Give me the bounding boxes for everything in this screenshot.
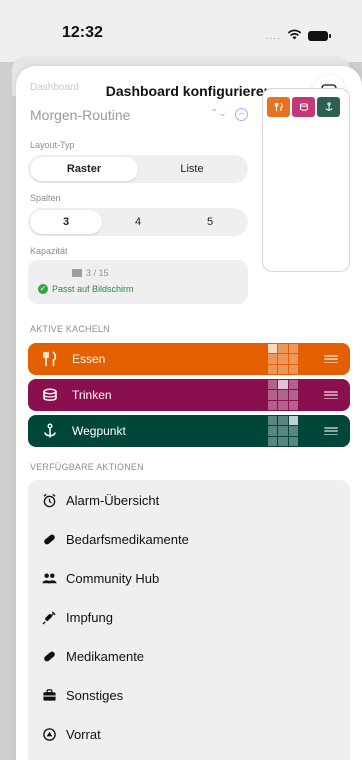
fork-knife-icon: [274, 102, 283, 111]
columns-option-5[interactable]: 5: [174, 210, 246, 234]
fork-knife-icon: [42, 351, 58, 367]
action-label: Bedarfsmedikamente: [66, 531, 189, 547]
columns-label: Spalten: [30, 193, 61, 203]
active-tile-label: Wegpunkt: [72, 424, 126, 438]
alarm-clock-icon: [40, 491, 58, 509]
capacity-fit-status: ✓ Passt auf Bildschirm: [38, 284, 134, 294]
action-supplies[interactable]: Vorrat: [28, 715, 350, 753]
preview-tiles: [267, 97, 340, 117]
active-tile-wegpunkt[interactable]: Wegpunkt: [28, 415, 350, 447]
tile-position-grid[interactable]: [268, 344, 298, 374]
drag-handle-icon[interactable]: [324, 355, 338, 363]
capacity-count: 3 / 15: [86, 268, 109, 278]
people-icon: [40, 569, 58, 587]
action-medication[interactable]: Medikamente: [28, 637, 350, 675]
capacity-indicator: 3 / 15 ✓ Passt auf Bildschirm: [28, 260, 248, 304]
action-label: Community Hub: [66, 570, 160, 586]
action-label: Impfung: [66, 609, 113, 625]
anchor-icon: [325, 102, 332, 111]
action-miscellaneous[interactable]: Sonstiges: [28, 676, 350, 714]
layout-option-grid[interactable]: Raster: [30, 157, 138, 181]
action-label: Sonstiges: [66, 687, 124, 703]
status-icons: ....: [265, 27, 331, 45]
active-tile-label: Essen: [72, 352, 106, 366]
action-label: Alarm-Übersicht: [66, 492, 160, 508]
available-actions-list: Alarm-Übersicht Bedarfsmedikamente Commu…: [28, 480, 350, 760]
cup-icon: [42, 387, 58, 403]
supply-icon: [40, 725, 58, 743]
configure-dashboard-sheet: Dashboard Dashboard konfigurieren Morgen…: [16, 66, 362, 760]
chevron-up-down-icon: ⌃⌄: [210, 108, 227, 119]
profile-picker[interactable]: Morgen-Routine ⌃⌄ −: [30, 104, 250, 126]
drag-handle-icon[interactable]: [324, 427, 338, 435]
remove-profile-button[interactable]: −: [235, 108, 248, 121]
action-label: Vorrat: [66, 726, 101, 742]
tile-position-grid[interactable]: [268, 380, 298, 410]
toolbox-icon: [40, 686, 58, 704]
capacity-fit-text: Passt auf Bildschirm: [52, 284, 134, 294]
drag-handle-icon[interactable]: [324, 391, 338, 399]
syringe-icon: [40, 608, 58, 626]
active-tile-label: Trinken: [72, 388, 112, 402]
capacity-value: 3 / 15: [72, 268, 109, 278]
action-alarm-overview[interactable]: Alarm-Übersicht: [28, 481, 350, 519]
layout-option-list[interactable]: Liste: [138, 157, 246, 181]
action-label: Medikamente: [66, 648, 145, 664]
action-vaccination[interactable]: Impfung: [28, 598, 350, 636]
available-actions-header: VERFÜGBARE AKTIONEN: [30, 462, 144, 472]
layout-type-picker[interactable]: Raster Liste: [28, 155, 248, 183]
active-tile-essen[interactable]: Essen: [28, 343, 350, 375]
capacity-label: Kapazität: [30, 246, 68, 256]
action-prn-medication[interactable]: Bedarfsmedikamente: [28, 520, 350, 558]
checkmark-icon: ✓: [38, 284, 48, 294]
action-community-hub[interactable]: Community Hub: [28, 559, 350, 597]
signal-icon: ....: [265, 30, 281, 42]
layout-type-label: Layout-Typ: [30, 140, 75, 150]
active-tile-trinken[interactable]: Trinken: [28, 379, 350, 411]
columns-option-4[interactable]: 4: [102, 210, 174, 234]
active-tiles-header: AKTIVE KACHELN: [30, 324, 110, 334]
capacity-square-icon: [72, 269, 82, 277]
columns-picker[interactable]: 3 4 5: [28, 208, 248, 236]
cup-icon: [299, 103, 308, 111]
pill-icon: [40, 647, 58, 665]
battery-icon: [308, 31, 331, 41]
status-bar: 12:32 ....: [0, 0, 362, 62]
profile-name: Morgen-Routine: [30, 107, 131, 123]
preview-tile-wegpunkt: [317, 97, 340, 117]
pill-icon: [40, 530, 58, 548]
tile-position-grid[interactable]: [268, 416, 298, 446]
columns-option-3[interactable]: 3: [30, 210, 102, 234]
status-time: 12:32: [62, 24, 103, 41]
anchor-icon: [42, 423, 58, 439]
dashboard-preview: [262, 88, 350, 272]
preview-tile-trinken: [292, 97, 315, 117]
wifi-icon: [287, 27, 302, 45]
preview-tile-essen: [267, 97, 290, 117]
